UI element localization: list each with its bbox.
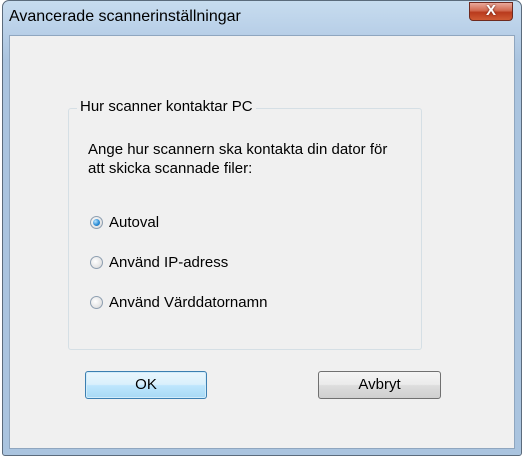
cancel-button[interactable]: Avbryt (318, 371, 441, 399)
group-label: Hur scanner kontaktar PC (77, 98, 256, 115)
title-bar[interactable]: Avancerade scannerinställningar X (3, 1, 521, 31)
instruction-text: Ange hur scannern ska kontakta din dator… (88, 141, 388, 177)
ok-button[interactable]: OK (85, 371, 207, 399)
radio-unchecked-icon[interactable] (90, 255, 103, 269)
radio-hostname-label[interactable]: Använd Värddatornamn (109, 294, 267, 311)
radio-ip-address-label[interactable]: Använd IP-adress (109, 254, 228, 271)
close-icon: X (485, 2, 496, 19)
dialog-window: Avancerade scannerinställningar X Hur sc… (2, 0, 522, 456)
radio-ip-address[interactable]: Använd IP-adress (90, 252, 228, 272)
dialog-content: Hur scanner kontaktar PC Ange hur scanne… (9, 35, 515, 449)
radio-hostname[interactable]: Använd Värddatornamn (90, 292, 267, 312)
window-title: Avancerade scannerinställningar (9, 8, 241, 25)
contact-method-group: Hur scanner kontaktar PC Ange hur scanne… (68, 98, 422, 350)
radio-autoval[interactable]: Autoval (90, 212, 159, 232)
close-button[interactable]: X (469, 2, 513, 21)
radio-autoval-label[interactable]: Autoval (109, 214, 159, 231)
radio-checked-icon[interactable] (90, 215, 103, 229)
radio-unchecked-icon[interactable] (90, 295, 103, 309)
